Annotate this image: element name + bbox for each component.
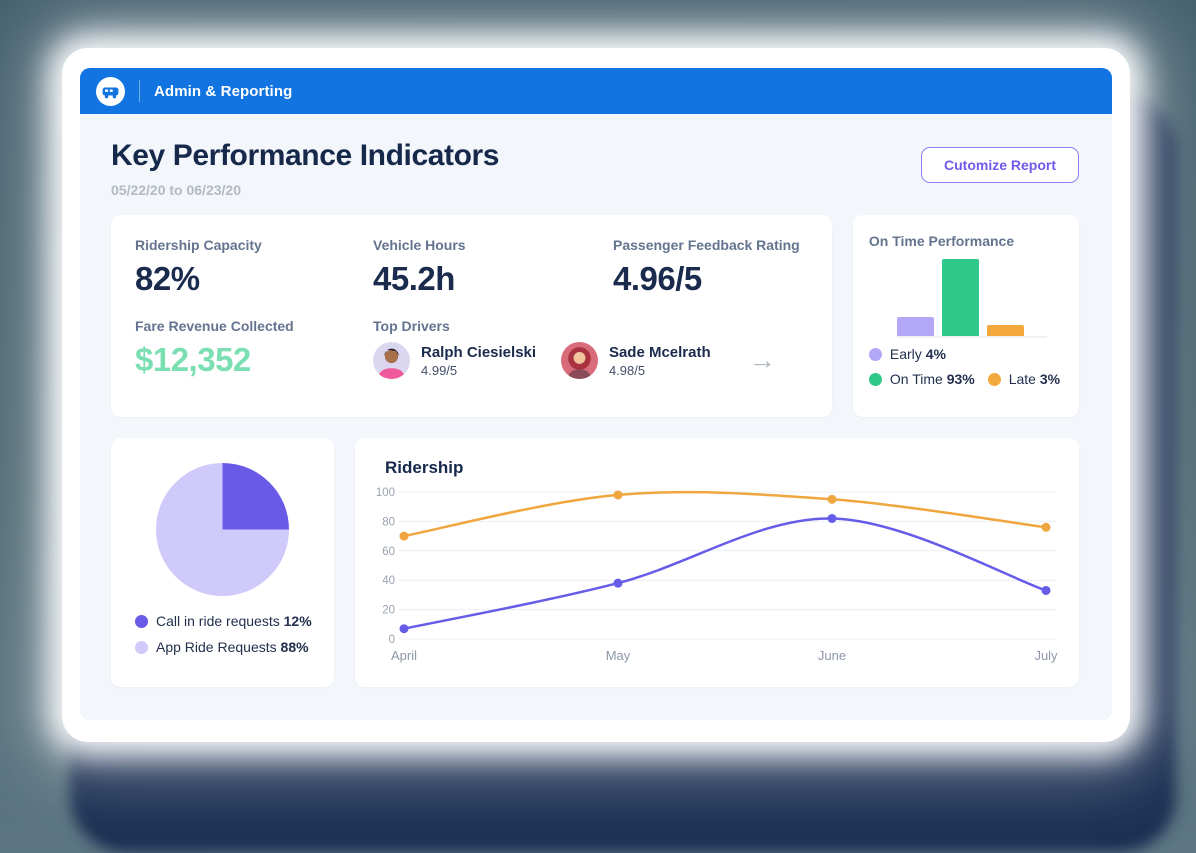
driver-item[interactable]: Ralph Ciesielski 4.99/5 <box>373 342 561 379</box>
ridership-title: Ridership <box>369 456 1069 478</box>
stat-label: Top Drivers <box>373 318 808 334</box>
arrow-right-icon[interactable]: → <box>749 347 776 374</box>
bar-on-time <box>942 259 979 336</box>
stat-label: Ridership Capacity <box>135 237 373 253</box>
svg-text:May: May <box>606 648 631 663</box>
pie-legend: Call in ride requests 12% App Ride Reque… <box>131 613 314 655</box>
legend-value: 12% <box>284 613 312 629</box>
legend-item-late: Late 3% <box>988 371 1060 387</box>
stat-value: 45.2h <box>373 260 613 298</box>
dashboard-content: Key Performance Indicators 05/22/20 to 0… <box>80 114 1112 720</box>
shuttle-icon <box>101 82 120 101</box>
stat-value: $12,352 <box>135 341 373 379</box>
stat-value: 4.96/5 <box>613 260 808 298</box>
page-background: Admin & Reporting Key Performance Indica… <box>0 0 1196 853</box>
date-range: 05/22/20 to 06/23/20 <box>111 182 499 198</box>
app-title: Admin & Reporting <box>154 83 292 100</box>
stat-vehicle-hours: Vehicle Hours 45.2h <box>373 237 613 314</box>
legend-item-call-in: Call in ride requests 12% <box>135 613 314 629</box>
legend-item-on-time: On Time 93% <box>869 371 975 387</box>
header-divider <box>139 80 140 102</box>
svg-text:60: 60 <box>382 546 395 558</box>
ride-requests-card: Call in ride requests 12% App Ride Reque… <box>111 438 334 687</box>
driver-info: Ralph Ciesielski 4.99/5 <box>421 344 536 378</box>
legend-label: Late <box>1009 371 1036 387</box>
driver-name: Ralph Ciesielski <box>421 344 536 361</box>
kpi-summary-card: Ridership Capacity 82% Vehicle Hours 45.… <box>111 215 832 417</box>
svg-text:20: 20 <box>382 605 395 617</box>
legend-label: App Ride Requests <box>156 639 277 655</box>
stat-passenger-feedback: Passenger Feedback Rating 4.96/5 <box>613 237 808 314</box>
legend-value: 93% <box>947 371 975 387</box>
page-head: Key Performance Indicators 05/22/20 to 0… <box>111 139 1079 198</box>
driver-info: Sade Mcelrath 4.98/5 <box>609 344 711 378</box>
kpi-row: Ridership Capacity 82% Vehicle Hours 45.… <box>111 215 1079 417</box>
svg-text:June: June <box>818 648 846 663</box>
legend-label: Early <box>890 346 922 362</box>
legend-item-app: App Ride Requests 88% <box>135 639 314 655</box>
svg-text:80: 80 <box>382 516 395 528</box>
ridership-chart-svg: 0 20 40 60 80 100 April May June July <box>369 482 1069 677</box>
on-time-legend: Early 4% On Time 93% Late 3% <box>869 346 1063 387</box>
stat-ridership-capacity: Ridership Capacity 82% <box>135 237 373 314</box>
driver-avatar <box>373 342 410 379</box>
driver-item[interactable]: Sade Mcelrath 4.98/5 <box>561 342 749 379</box>
on-time-bar-chart <box>897 259 1047 338</box>
svg-text:40: 40 <box>382 575 395 587</box>
app-window: Admin & Reporting Key Performance Indica… <box>62 48 1130 742</box>
stat-value: 82% <box>135 260 373 298</box>
driver-name: Sade Mcelrath <box>609 344 711 361</box>
page-title-block: Key Performance Indicators 05/22/20 to 0… <box>111 139 499 198</box>
driver-avatar <box>561 342 598 379</box>
legend-label: Call in ride requests <box>156 613 280 629</box>
app-dot-icon <box>135 641 148 654</box>
legend-value: 3% <box>1040 371 1060 387</box>
customize-report-button[interactable]: Cutomize Report <box>921 147 1079 183</box>
drivers-row: Ralph Ciesielski 4.99/5 <box>373 342 808 379</box>
on-time-title: On Time Performance <box>869 233 1063 249</box>
svg-text:100: 100 <box>376 487 395 499</box>
stat-fare-revenue: Fare Revenue Collected $12,352 <box>135 318 373 395</box>
legend-value: 88% <box>281 639 309 655</box>
app-header: Admin & Reporting <box>80 68 1112 114</box>
late-dot-icon <box>988 373 1001 386</box>
on-time-dot-icon <box>869 373 882 386</box>
ridership-chart-card: Ridership 0 20 40 60 80 100 April May June July <box>355 438 1079 687</box>
stat-label: Fare Revenue Collected <box>135 318 373 334</box>
legend-label: On Time <box>890 371 943 387</box>
call-in-dot-icon <box>135 615 148 628</box>
bar-late <box>987 325 1024 336</box>
avatar-image <box>561 342 598 379</box>
stat-label: Passenger Feedback Rating <box>613 237 808 253</box>
stat-label: Vehicle Hours <box>373 237 613 253</box>
top-drivers-section: Top Drivers <box>373 318 808 395</box>
charts-row: Call in ride requests 12% App Ride Reque… <box>111 438 1079 687</box>
page-title: Key Performance Indicators <box>111 139 499 173</box>
svg-text:July: July <box>1034 648 1058 663</box>
bar-early <box>897 317 934 336</box>
avatar-image <box>373 342 410 379</box>
legend-item-early: Early 4% <box>869 346 946 362</box>
pie-chart <box>156 463 289 596</box>
driver-rating: 4.98/5 <box>609 363 711 378</box>
svg-text:0: 0 <box>389 634 395 646</box>
legend-value: 4% <box>926 346 946 362</box>
early-dot-icon <box>869 348 882 361</box>
driver-rating: 4.99/5 <box>421 363 536 378</box>
app-logo <box>96 77 125 106</box>
svg-text:April: April <box>391 648 417 663</box>
on-time-performance-card: On Time Performance Early 4% On <box>853 215 1079 417</box>
